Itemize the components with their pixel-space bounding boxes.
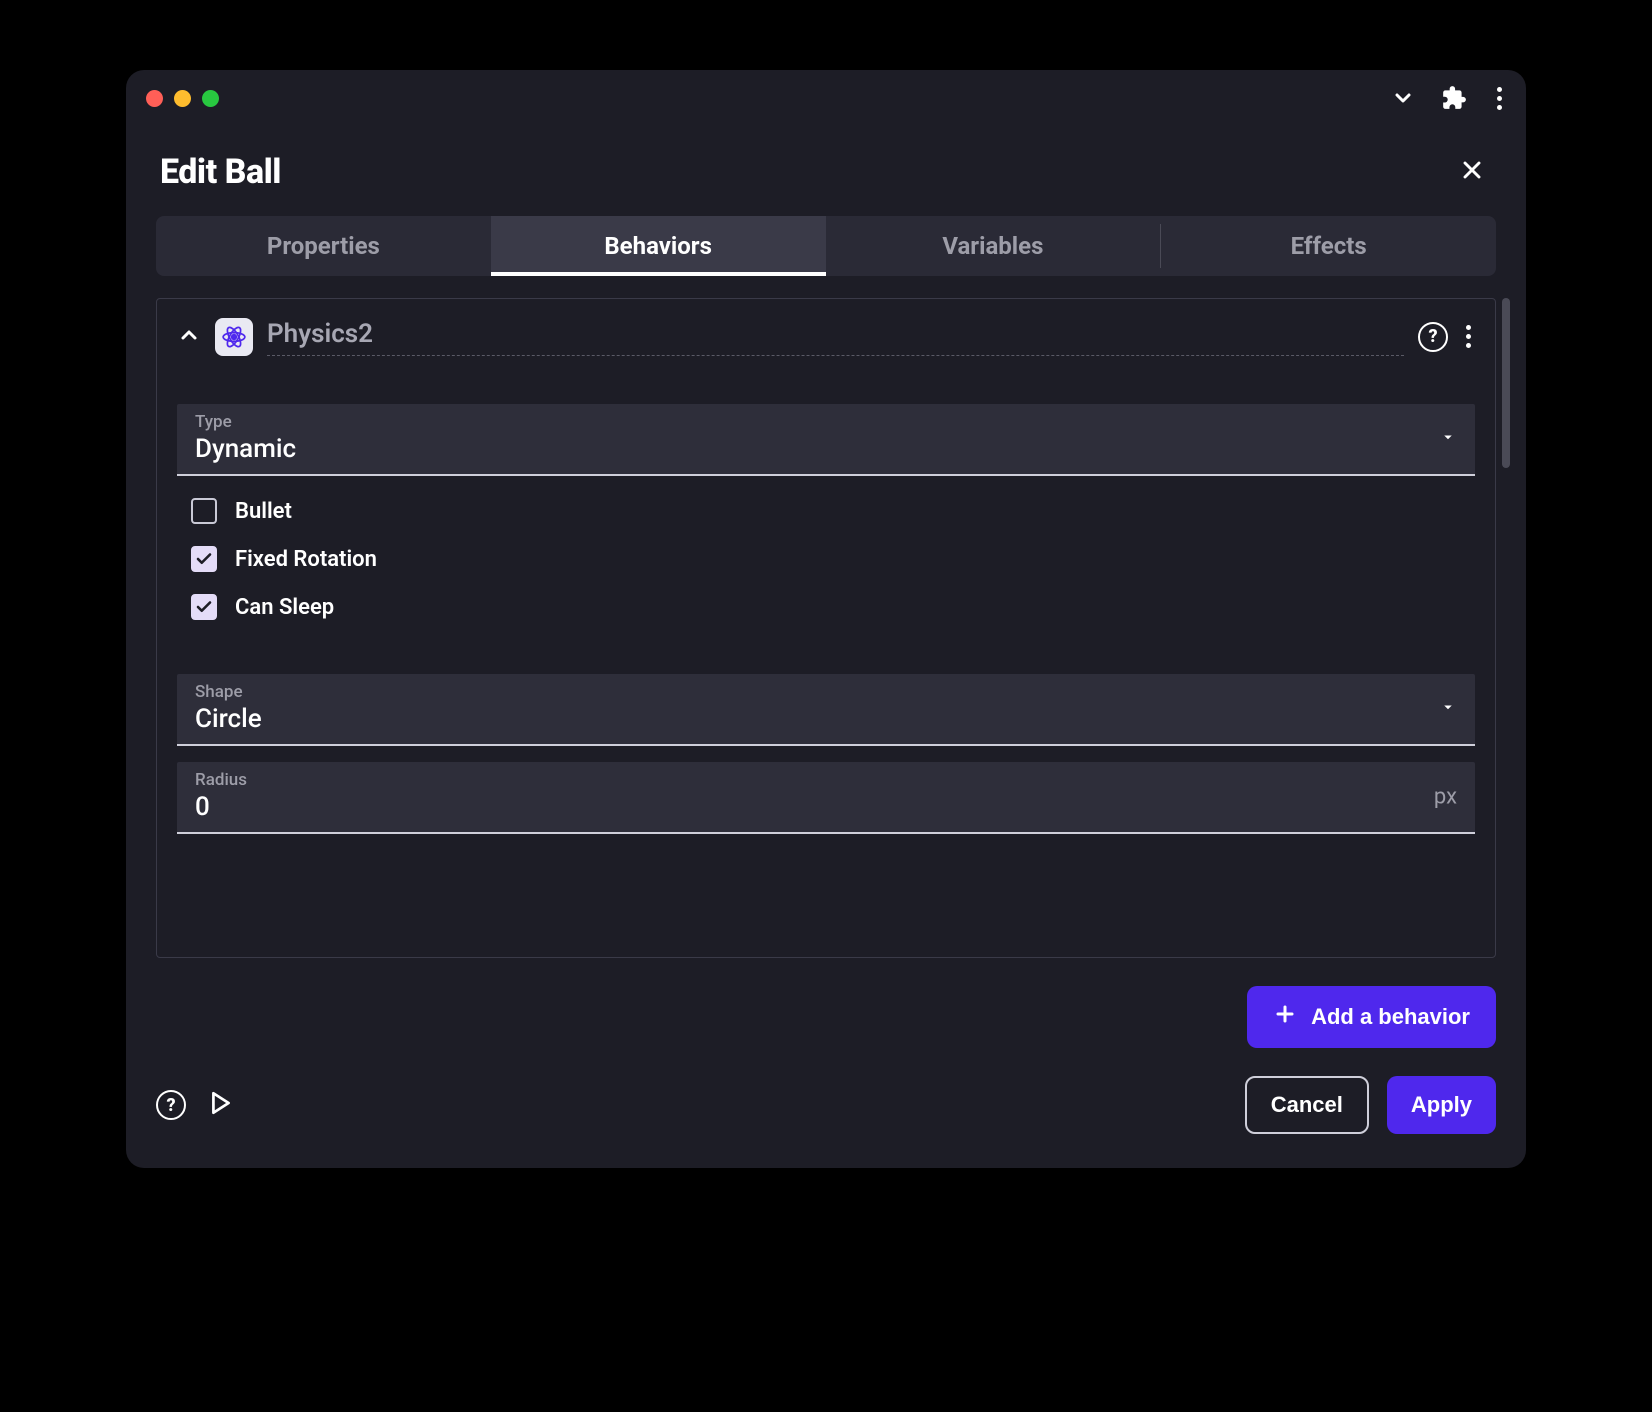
dropdown-caret-icon [1439, 428, 1457, 450]
add-behavior-label: Add a behavior [1311, 1004, 1470, 1030]
type-value: Dynamic [195, 434, 1457, 464]
shape-select[interactable]: Shape Circle [177, 674, 1475, 746]
physics-behavior-icon [215, 318, 253, 356]
dialog-title: Edit Ball [160, 152, 281, 192]
behavior-menu-icon[interactable] [1462, 321, 1475, 352]
close-button[interactable] [1452, 150, 1492, 194]
plus-icon [1273, 1002, 1297, 1032]
add-behavior-row: Add a behavior [156, 986, 1496, 1048]
window-close-button[interactable] [146, 90, 163, 107]
tab-properties[interactable]: Properties [156, 216, 491, 276]
bullet-label: Bullet [235, 499, 292, 524]
fixed-rotation-checkbox-row[interactable]: Fixed Rotation [177, 546, 1475, 572]
play-icon[interactable] [208, 1090, 234, 1120]
bullet-checkbox[interactable] [191, 498, 217, 524]
add-behavior-button[interactable]: Add a behavior [1247, 986, 1496, 1048]
cancel-button[interactable]: Cancel [1245, 1076, 1369, 1134]
window-maximize-button[interactable] [202, 90, 219, 107]
can-sleep-checkbox[interactable] [191, 594, 217, 620]
titlebar [126, 70, 1526, 126]
radius-value: 0 [195, 792, 1457, 822]
behavior-header: Physics2 ? [177, 317, 1475, 362]
shape-label: Shape [195, 682, 1457, 702]
can-sleep-checkbox-row[interactable]: Can Sleep [177, 594, 1475, 620]
extension-icon[interactable] [1441, 85, 1467, 111]
radius-unit: px [1434, 785, 1457, 810]
behavior-name-input[interactable]: Physics2 [267, 317, 1404, 356]
collapse-icon[interactable] [177, 323, 201, 351]
tab-variables[interactable]: Variables [826, 216, 1161, 276]
type-label: Type [195, 412, 1457, 432]
radius-input[interactable]: Radius 0 px [177, 762, 1475, 834]
fixed-rotation-checkbox[interactable] [191, 546, 217, 572]
tabs: Properties Behaviors Variables Effects [156, 216, 1496, 276]
footer-help-icon[interactable]: ? [156, 1090, 186, 1120]
content-scroll: Physics2 ? Type Dynamic Bullet [156, 298, 1496, 958]
fixed-rotation-label: Fixed Rotation [235, 547, 377, 572]
dialog-header: Edit Ball [126, 126, 1526, 210]
traffic-lights [146, 90, 219, 107]
titlebar-right [1391, 83, 1506, 114]
radius-label: Radius [195, 770, 1457, 790]
window-minimize-button[interactable] [174, 90, 191, 107]
more-menu-icon[interactable] [1493, 83, 1506, 114]
scrollbar[interactable] [1502, 298, 1510, 468]
type-select[interactable]: Type Dynamic [177, 404, 1475, 476]
bullet-checkbox-row[interactable]: Bullet [177, 498, 1475, 524]
tab-effects[interactable]: Effects [1161, 216, 1496, 276]
shape-value: Circle [195, 704, 1457, 734]
tab-behaviors[interactable]: Behaviors [491, 216, 826, 276]
help-icon[interactable]: ? [1418, 322, 1448, 352]
dropdown-caret-icon [1439, 698, 1457, 720]
dialog-footer: ? Cancel Apply [126, 1048, 1526, 1168]
content-area: Physics2 ? Type Dynamic Bullet [156, 298, 1496, 958]
can-sleep-label: Can Sleep [235, 595, 334, 620]
chevron-down-icon[interactable] [1391, 86, 1415, 110]
apply-button[interactable]: Apply [1387, 1076, 1496, 1134]
editor-window: Edit Ball Properties Behaviors Variables… [126, 70, 1526, 1168]
